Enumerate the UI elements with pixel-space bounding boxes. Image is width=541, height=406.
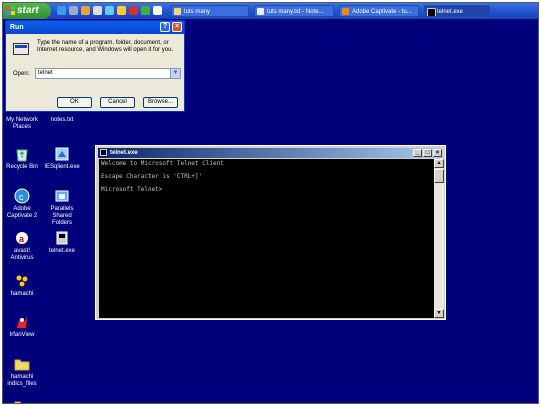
desktop-icon-hamachi-files[interactable]: hamachi indics_files xyxy=(3,356,41,388)
taskbar-item-label: tuts many.txt - Note... xyxy=(267,9,324,15)
taskbar-item-tuts-many[interactable]: tuts many xyxy=(171,5,249,17)
help-button[interactable]: ? xyxy=(160,22,170,32)
desktop-icon-label: Recycle Bin xyxy=(6,164,38,170)
taskbar-item-notepad[interactable]: tuts many.txt - Note... xyxy=(254,5,334,17)
console-icon xyxy=(54,230,70,246)
desktop-screen: start tuts many tuts many.txt - Note... … xyxy=(2,2,539,404)
desktop-icon-parallels-shared[interactable]: Parallels Shared Folders xyxy=(43,188,81,227)
desktop-icon-avast[interactable]: a avast! Antivirus xyxy=(3,230,41,262)
desktop-icon-irfanview[interactable]: IrfanView xyxy=(3,314,41,339)
telnet-window: telnet.exe _ □ × Welcome to Microsoft Te… xyxy=(95,145,446,320)
quick-launch-bar xyxy=(57,6,162,16)
taskbar-item-label: Adobe Captivate - tu... xyxy=(352,9,412,15)
minimize-button[interactable]: _ xyxy=(413,149,422,157)
notepad-icon xyxy=(257,8,264,15)
folder-icon xyxy=(174,8,181,15)
start-button[interactable]: start xyxy=(3,3,51,19)
show-desktop-icon[interactable] xyxy=(69,6,78,15)
console-icon xyxy=(427,8,436,16)
desktop-icon-label: avast! Antivirus xyxy=(10,248,34,261)
ok-button[interactable]: OK xyxy=(57,97,92,108)
desktop-icon-label: IESqlient.exe xyxy=(44,164,80,170)
app-quick-icon[interactable] xyxy=(141,6,150,15)
scroll-up-icon[interactable]: ▲ xyxy=(434,159,444,168)
captivate-icon xyxy=(342,8,349,15)
desktop-icon-label: notes.txt xyxy=(50,117,74,123)
run-program-icon xyxy=(13,43,29,55)
browse-button[interactable]: Browse... xyxy=(143,97,178,108)
close-button[interactable]: × xyxy=(433,149,442,157)
windows-logo-icon xyxy=(6,6,15,15)
desktop-icon-captivate[interactable]: c Adobe Captivate 2 xyxy=(3,188,41,220)
desktop-icon-label: IrfanView xyxy=(9,332,35,338)
svg-text:c: c xyxy=(19,192,24,202)
desktop-icon-label: My Network Places xyxy=(6,117,38,130)
desktop-icon-label: hamachi xyxy=(10,291,34,297)
desktop-icon-hamachi[interactable]: hamachi xyxy=(3,273,41,298)
console-icon xyxy=(100,149,107,156)
open-label: Open: xyxy=(13,71,30,77)
cancel-button[interactable]: Cancel xyxy=(100,97,135,108)
outlook-icon[interactable] xyxy=(105,6,114,15)
media-player-icon[interactable] xyxy=(81,6,90,15)
antivirus-icon: a xyxy=(14,230,30,246)
console-line: Welcome to Microsoft Telnet Client xyxy=(101,160,224,167)
desktop-icon-iesqlient[interactable]: IESqlient.exe xyxy=(43,146,81,171)
exe-icon xyxy=(54,146,70,162)
desktop-icon-label: Adobe Captivate 2 xyxy=(6,206,38,219)
desktop-icon-label: Parallels Shared Folders xyxy=(50,206,74,226)
hamachi-icon xyxy=(14,273,30,289)
taskbar-item-captivate[interactable]: Adobe Captivate - tu... xyxy=(339,5,419,17)
taskbar-item-telnet[interactable]: telnet.exe xyxy=(424,5,490,17)
telnet-window-titlebar[interactable]: telnet.exe _ □ × xyxy=(98,148,443,158)
irfanview-icon xyxy=(14,314,30,330)
start-label: start xyxy=(17,5,39,16)
run-dialog: Run ? × Type the name of a program, fold… xyxy=(5,20,185,112)
acrobat-icon[interactable] xyxy=(129,6,138,15)
desktop-icon-notes[interactable]: notes.txt xyxy=(43,117,81,124)
run-dialog-description: Type the name of a program, folder, docu… xyxy=(37,40,174,53)
run-dialog-titlebar[interactable]: Run ? × xyxy=(6,21,184,34)
taskbar-item-label: tuts many xyxy=(184,9,211,15)
open-input-value: telnet xyxy=(38,70,53,76)
internet-explorer-icon[interactable] xyxy=(57,6,66,15)
desktop-icon-telnet[interactable]: telnet.exe xyxy=(43,230,81,255)
vertical-scrollbar[interactable]: ▲ ▼ xyxy=(434,159,444,318)
chevron-down-icon[interactable]: ▼ xyxy=(170,69,180,78)
folder-icon xyxy=(14,398,30,403)
windows-explorer-icon[interactable] xyxy=(93,6,102,15)
scrollbar-thumb[interactable] xyxy=(434,169,444,183)
shared-folders-icon xyxy=(54,188,70,204)
maximize-button[interactable]: □ xyxy=(423,149,432,157)
folder-icon xyxy=(14,356,30,372)
desktop-icon-recycle-bin[interactable]: Recycle Bin xyxy=(3,146,41,171)
open-input[interactable]: telnet ▼ xyxy=(35,68,181,79)
scroll-down-icon[interactable]: ▼ xyxy=(434,309,444,318)
telnet-console[interactable]: Welcome to Microsoft Telnet Client Escap… xyxy=(99,159,434,318)
close-button[interactable]: × xyxy=(172,22,182,32)
console-line: Escape Character is 'CTRL+]' xyxy=(101,173,203,180)
telnet-window-title: telnet.exe xyxy=(110,150,138,156)
captivate-icon: c xyxy=(14,188,30,204)
desktop-icon-network-places[interactable]: My Network Places xyxy=(3,117,41,131)
expand-quick-launch-icon[interactable] xyxy=(153,6,162,15)
desktop-icon-label: telnet.exe xyxy=(48,248,76,254)
desktop-icon-partial-folder[interactable] xyxy=(3,398,41,403)
folder-quick-icon[interactable] xyxy=(117,6,126,15)
taskbar: start tuts many tuts many.txt - Note... … xyxy=(3,3,538,19)
desktop-icon-label: hamachi indics_files xyxy=(7,374,37,387)
console-prompt: Microsoft Telnet> xyxy=(101,186,163,193)
taskbar-item-label: telnet.exe xyxy=(437,9,464,15)
run-dialog-title: Run xyxy=(10,24,24,31)
recycle-bin-icon xyxy=(14,146,30,162)
